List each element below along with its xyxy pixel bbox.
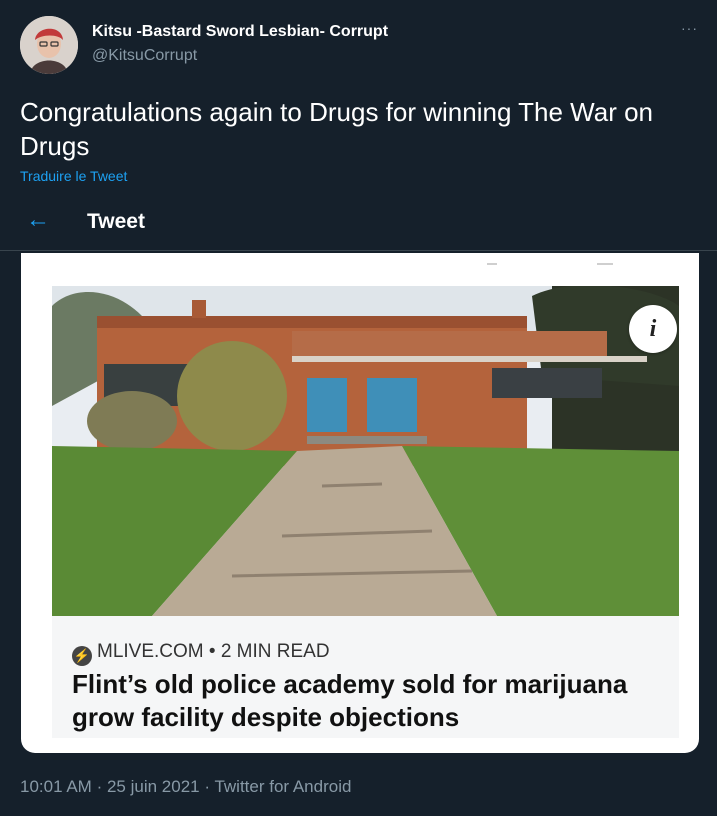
tweet-time[interactable]: 10:01 AM xyxy=(20,777,92,796)
article-headline[interactable]: Flint’s old police academy sold for mari… xyxy=(72,668,672,734)
separator: · xyxy=(96,777,103,796)
tweet-top-bar: ← Tweet xyxy=(0,196,717,251)
page-title: Tweet xyxy=(87,210,145,233)
tweet-timestamp: 10:01 AM · 25 juin 2021 · Twitter for An… xyxy=(20,777,351,797)
tweet-header: Kitsu -Bastard Sword Lesbian- Corrupt @K… xyxy=(20,16,700,74)
more-options-icon[interactable]: ··· xyxy=(681,20,698,36)
source-label: MLIVE.COM • 2 MIN READ xyxy=(97,641,330,662)
article-photo xyxy=(52,286,679,616)
embedded-image-card[interactable]: i ⚡ MLIVE.COM • 2 MIN READ Flint’s old po… xyxy=(21,253,699,753)
author-name[interactable]: Kitsu -Bastard Sword Lesbian- Corrupt xyxy=(92,23,388,41)
author-handle[interactable]: @KitsuCorrupt xyxy=(92,47,197,65)
tweet-text: Congratulations again to Drugs for winni… xyxy=(20,97,654,161)
divider xyxy=(487,263,497,265)
info-icon[interactable]: i xyxy=(629,305,677,353)
tweet-client[interactable]: Twitter for Android xyxy=(214,777,351,796)
tweet-date[interactable]: 25 juin 2021 xyxy=(107,777,200,796)
back-arrow-icon[interactable]: ← xyxy=(26,206,50,234)
avatar[interactable] xyxy=(20,16,78,74)
article-source: ⚡ MLIVE.COM • 2 MIN READ xyxy=(72,641,330,666)
divider xyxy=(597,263,613,265)
article-preview[interactable]: ⚡ MLIVE.COM • 2 MIN READ Flint’s old poli… xyxy=(52,616,679,738)
lightning-bolt-icon: ⚡ xyxy=(72,646,92,666)
translate-tweet-link[interactable]: Traduire le Tweet xyxy=(20,168,127,184)
separator: · xyxy=(204,777,211,796)
